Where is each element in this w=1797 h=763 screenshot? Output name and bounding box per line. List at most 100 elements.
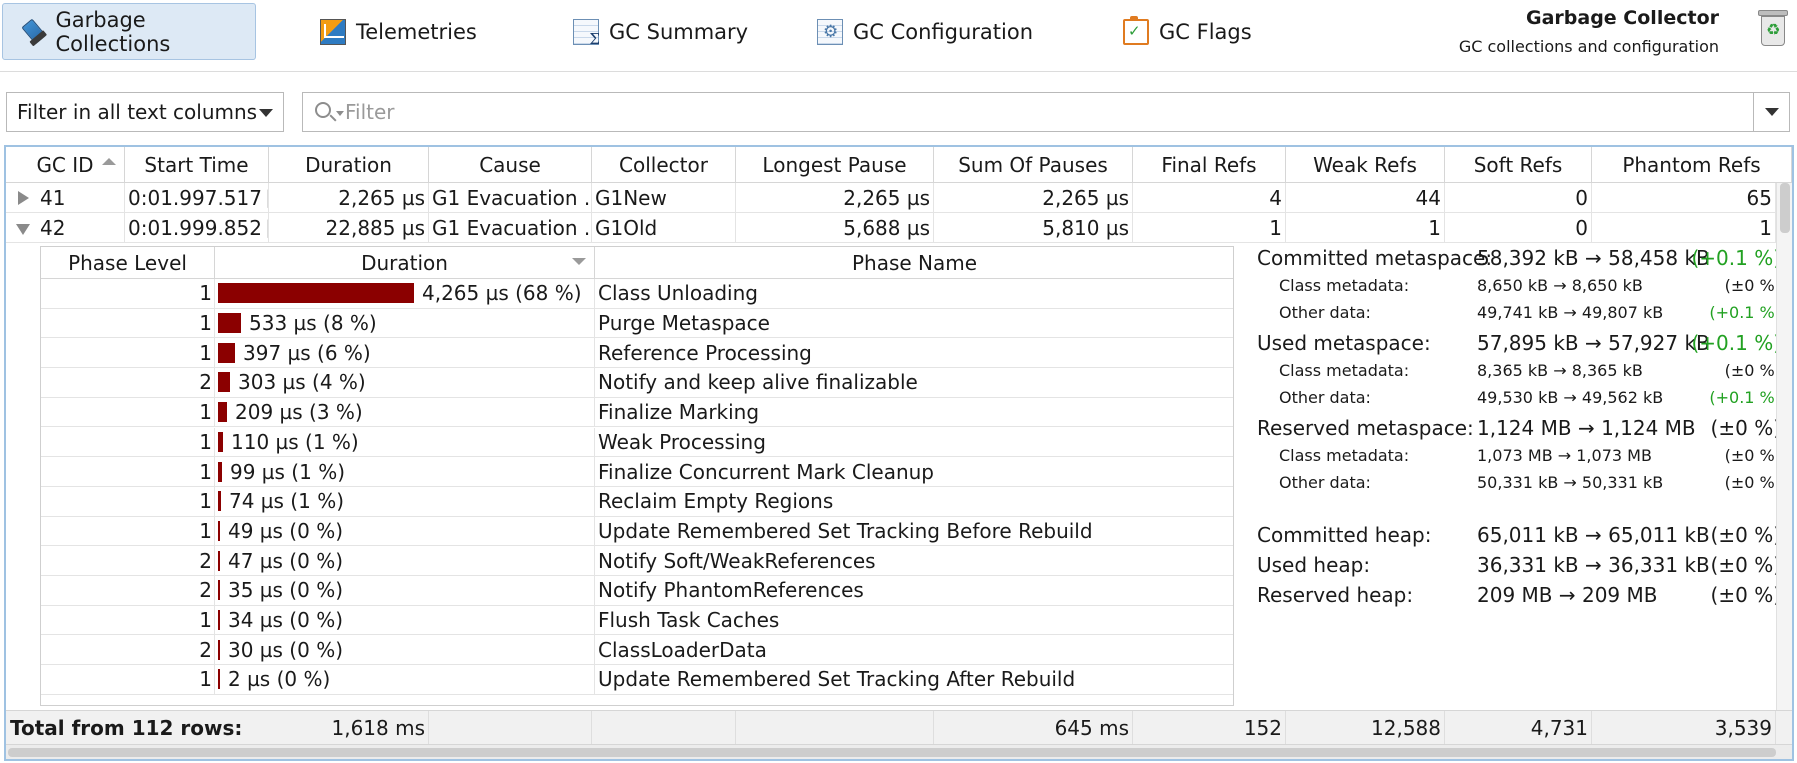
- phase-row[interactable]: 2 303 µs (4 %) Notify and keep alive final…: [41, 368, 1233, 398]
- phase-level-cell: 2: [41, 368, 215, 398]
- column-header-phase-duration[interactable]: Duration: [215, 247, 595, 279]
- memory-label: Class metadata:: [1279, 276, 1410, 295]
- memory-change-percent: (±0 %): [1724, 446, 1781, 465]
- column-header-soft-refs[interactable]: Soft Refs: [1445, 147, 1592, 183]
- totals-cause: [429, 711, 592, 745]
- memory-label: Committed heap:: [1257, 523, 1432, 547]
- phase-row[interactable]: 2 47 µs (0 %) Notify Soft/WeakReferences: [41, 546, 1233, 576]
- tab-garbage-collections[interactable]: Garbage Collections: [2, 3, 256, 60]
- phase-row[interactable]: 1 209 µs (3 %) Finalize Marking: [41, 397, 1233, 428]
- phase-row[interactable]: 1 99 µs (1 %) Finalize Concurrent Mark Cle…: [41, 457, 1233, 487]
- phase-duration-value: 99 µs (1 %): [230, 459, 345, 484]
- column-header-start-time[interactable]: Start Time: [125, 147, 269, 183]
- column-header-label: Weak Refs: [1313, 152, 1417, 177]
- phase-row[interactable]: 1 533 µs (8 %) Purge Metaspace: [41, 308, 1233, 339]
- phase-level-cell: 1: [41, 279, 215, 309]
- phase-row[interactable]: 1 2 µs (0 %) Update Remembered Set Trackin…: [41, 665, 1233, 695]
- gc-configuration-icon: [817, 18, 843, 45]
- column-header-phase-level[interactable]: Phase Level: [41, 247, 215, 279]
- column-header-final-refs[interactable]: Final Refs: [1133, 147, 1286, 183]
- phase-duration-cell: 533 µs (8 %): [215, 308, 595, 339]
- horizontal-scrollbar-thumb[interactable]: [8, 748, 1776, 757]
- filter-mode-value: Filter in all text columns: [17, 100, 258, 124]
- column-header-gc-id[interactable]: GC ID: [6, 147, 125, 183]
- search-options-arrow-icon[interactable]: [336, 111, 344, 116]
- gc-id-cell: 42: [6, 213, 125, 243]
- column-header-sum-of-pauses[interactable]: Sum Of Pauses: [934, 147, 1133, 183]
- memory-row: Used heap: 36,331 kB → 36,331 kB (±0 %): [1241, 553, 1781, 583]
- table-row[interactable]: 41 0:01.997.517[... 2,265 µs G1 Evacuati…: [6, 183, 1776, 213]
- gc-id-value: 42: [40, 215, 66, 240]
- tab-gc-configuration[interactable]: GC Configuration: [817, 3, 1033, 60]
- vertical-scrollbar-thumb[interactable]: [1780, 183, 1790, 233]
- duration-bar: [218, 431, 223, 452]
- column-header-cause[interactable]: Cause: [429, 147, 592, 183]
- phase-level-cell: 1: [41, 427, 215, 458]
- phase-row[interactable]: 1 110 µs (1 %) Weak Processing: [41, 427, 1233, 458]
- column-header-phase-name[interactable]: Phase Name: [595, 247, 1233, 279]
- phase-name-cell: Notify and keep alive finalizable: [595, 368, 1233, 398]
- column-header-label: Soft Refs: [1473, 152, 1563, 177]
- totals-soft-refs: 4,731: [1445, 711, 1592, 745]
- tab-label: Telemetries: [356, 19, 477, 44]
- page-subtitle: GC collections and configuration: [1458, 37, 1719, 56]
- column-header-longest-pause[interactable]: Longest Pause: [736, 147, 934, 183]
- phase-row[interactable]: 1 49 µs (0 %) Update Remembered Set Tracki…: [41, 516, 1233, 547]
- cause-cell: G1 Evacuation ...: [429, 213, 592, 243]
- vertical-scrollbar[interactable]: [1776, 183, 1792, 710]
- phase-name-cell: Flush Task Caches: [595, 606, 1233, 636]
- search-icon[interactable]: [315, 102, 331, 118]
- phase-duration-value: 30 µs (0 %): [228, 637, 343, 662]
- phase-level-cell: 1: [41, 338, 215, 369]
- memory-row: Other data: 49,530 kB → 49,562 kB (+0.1 %): [1241, 388, 1781, 415]
- phase-duration-cell: 47 µs (0 %): [215, 546, 595, 576]
- memory-change-percent: (+0.1 %): [1709, 388, 1781, 407]
- duration-bar: [218, 313, 241, 334]
- column-header-label: Phantom Refs: [1622, 152, 1761, 177]
- column-header-weak-refs[interactable]: Weak Refs: [1286, 147, 1445, 183]
- sum-of-pauses-cell: 2,265 µs: [934, 183, 1133, 213]
- memory-value: 58,392 kB → 58,458 kB: [1477, 246, 1710, 270]
- totals-label: Total from 112 rows:: [10, 716, 243, 740]
- weak-refs-cell: 44: [1286, 183, 1445, 213]
- totals-collector: [592, 711, 736, 745]
- gc-summary-icon: [573, 18, 600, 48]
- phase-row[interactable]: 2 30 µs (0 %) ClassLoaderData: [41, 635, 1233, 666]
- telemetries-icon: [320, 18, 346, 45]
- tab-gc-summary[interactable]: GC Summary: [573, 3, 748, 60]
- collapse-row-icon[interactable]: [16, 224, 30, 235]
- filter-input[interactable]: Filter: [302, 92, 1790, 132]
- phase-table: Phase Level Duration Phase Name 1 4,265 µ…: [40, 246, 1234, 706]
- column-header-label: Duration: [305, 152, 392, 177]
- memory-value: 1,073 MB → 1,073 MB: [1477, 446, 1652, 465]
- collector-cell: G1Old: [592, 213, 736, 243]
- phase-row[interactable]: 1 4,265 µs (68 %) Class Unloading: [41, 279, 1233, 309]
- expand-row-icon[interactable]: [18, 191, 29, 205]
- table-row[interactable]: 42 0:01.999.852[... 22,885 µs G1 Evacuat…: [6, 213, 1776, 243]
- column-header-phantom-refs[interactable]: Phantom Refs: [1592, 147, 1792, 183]
- memory-row: Committed metaspace: 58,392 kB → 58,458 k…: [1241, 246, 1781, 276]
- duration-bar: [218, 520, 220, 541]
- column-header-label: Phase Level: [68, 250, 187, 275]
- start-time-cell: 0:01.999.852[...: [125, 213, 269, 243]
- phase-duration-value: 34 µs (0 %): [228, 608, 343, 633]
- filter-mode-dropdown[interactable]: Filter in all text columns: [6, 92, 284, 132]
- column-header-collector[interactable]: Collector: [592, 147, 736, 183]
- filter-history-dropdown[interactable]: [1753, 93, 1789, 131]
- garbage-collections-icon: [16, 14, 51, 50]
- horizontal-scrollbar[interactable]: [6, 744, 1792, 759]
- memory-change-percent: (±0 %): [1724, 361, 1781, 380]
- phase-row[interactable]: 2 35 µs (0 %) Notify PhantomReferences: [41, 576, 1233, 606]
- tab-label: Garbage Collections: [55, 7, 171, 56]
- memory-summary-panel: Committed metaspace: 58,392 kB → 58,458 k…: [1241, 243, 1781, 713]
- column-header-duration[interactable]: Duration: [269, 147, 429, 183]
- memory-change-percent: (±0 %): [1710, 523, 1781, 547]
- phase-level-cell: 2: [41, 576, 215, 606]
- phase-row[interactable]: 1 34 µs (0 %) Flush Task Caches: [41, 605, 1233, 636]
- phase-row[interactable]: 1 74 µs (1 %) Reclaim Empty Regions: [41, 486, 1233, 517]
- tab-telemetries[interactable]: Telemetries: [320, 3, 477, 60]
- tab-gc-flags[interactable]: GC Flags: [1123, 3, 1252, 60]
- phase-duration-value: 2 µs (0 %): [228, 667, 331, 692]
- phase-row[interactable]: 1 397 µs (6 %) Reference Processing: [41, 338, 1233, 369]
- phase-level-cell: 1: [41, 486, 215, 517]
